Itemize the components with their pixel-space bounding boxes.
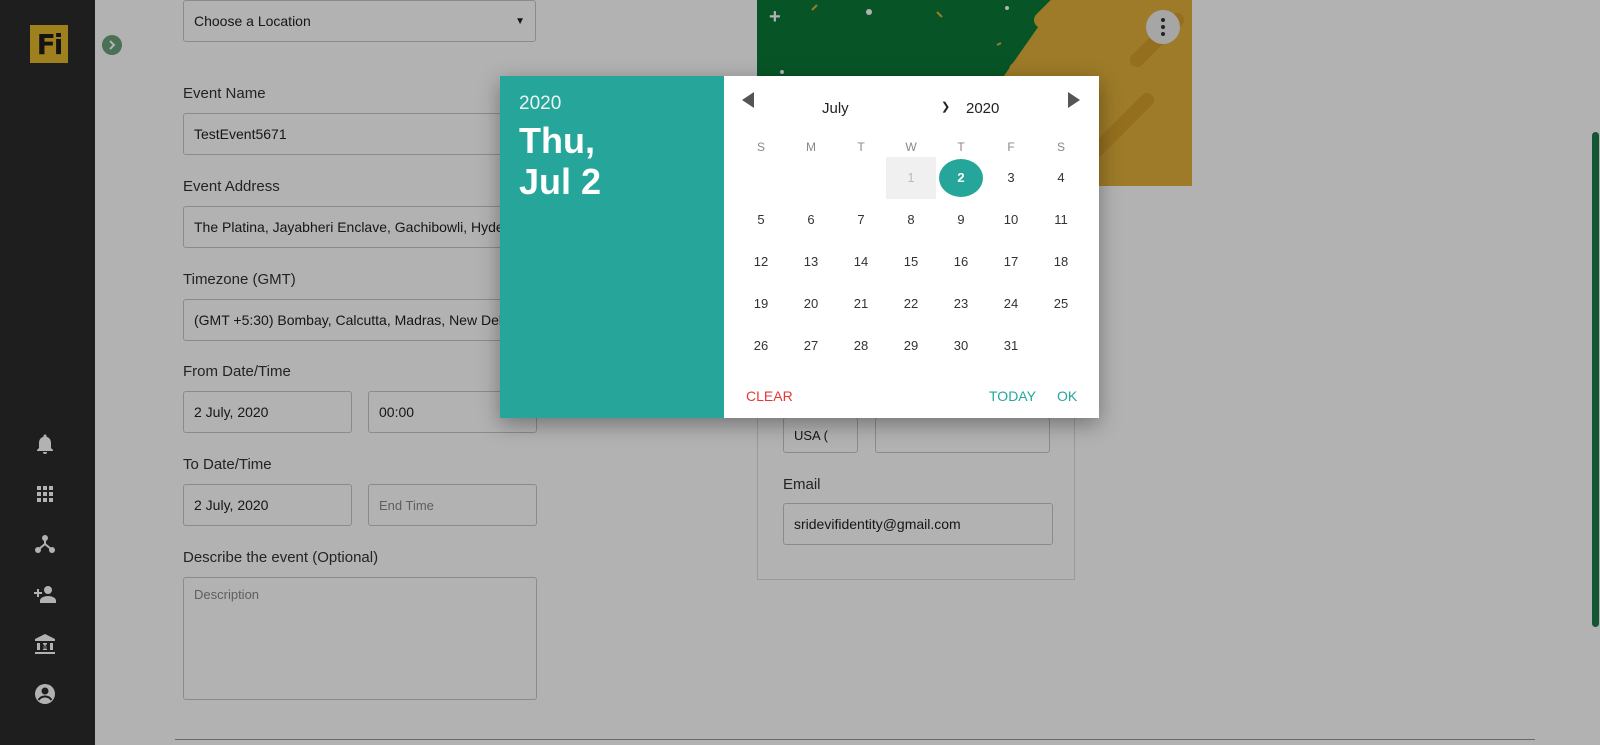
selected-year[interactable]: 2020 — [519, 93, 561, 115]
weekday-header: W — [905, 140, 917, 154]
calendar-day[interactable]: 16 — [936, 241, 986, 283]
calendar-day[interactable]: 17 — [986, 241, 1036, 283]
calendar-day[interactable]: 12 — [736, 241, 786, 283]
calendar-day[interactable]: 25 — [1036, 283, 1086, 325]
selected-month-day: Jul 2 — [519, 161, 602, 202]
calendar-day[interactable]: 31 — [986, 325, 1036, 367]
weekday-header: F — [1007, 140, 1015, 154]
calendar-day-selected[interactable]: 2 — [936, 157, 986, 199]
calendar-day[interactable]: 4 — [1036, 157, 1086, 199]
weekday-header: T — [957, 140, 965, 154]
datepicker-dialog: 2020 Thu, Jul 2 July ❯ 2020 SMTWTFS12345… — [500, 76, 1099, 418]
weekday-header: S — [756, 140, 765, 154]
calendar-day[interactable]: 29 — [886, 325, 936, 367]
next-month-icon[interactable] — [1068, 92, 1080, 108]
calendar-day[interactable]: 5 — [736, 199, 786, 241]
ok-button[interactable]: OK — [1057, 388, 1077, 404]
calendar-day[interactable]: 13 — [786, 241, 836, 283]
datepicker-calendar: July ❯ 2020 S M T W T F S 1 2 3 4 5 6 7 8 9 10 11 12 13 14 15… — [724, 76, 1099, 418]
calendar-day[interactable]: 30 — [936, 325, 986, 367]
year-select[interactable]: 2020 — [966, 100, 999, 117]
prev-month-icon[interactable] — [742, 92, 754, 108]
calendar-day[interactable]: 26 — [736, 325, 786, 367]
calendar-day[interactable]: 3 — [986, 157, 1036, 199]
weekday-header: S — [1056, 140, 1065, 154]
calendar-day[interactable]: 22 — [886, 283, 936, 325]
calendar-day[interactable]: 10 — [986, 199, 1036, 241]
weekday-header: M — [806, 140, 816, 154]
calendar-day[interactable]: 28 — [836, 325, 886, 367]
today-button[interactable]: TODAY — [989, 388, 1036, 404]
selected-weekday: Thu, — [519, 120, 595, 161]
calendar-day[interactable]: 6 — [786, 199, 836, 241]
clear-button[interactable]: CLEAR — [746, 388, 793, 404]
calendar-day[interactable]: 14 — [836, 241, 886, 283]
calendar-day: 1 — [886, 157, 936, 199]
calendar-day[interactable]: 15 — [886, 241, 936, 283]
calendar-day[interactable]: 9 — [936, 199, 986, 241]
weekday-header: T — [857, 140, 865, 154]
calendar-day[interactable]: 8 — [886, 199, 936, 241]
datepicker-header: 2020 Thu, Jul 2 — [500, 76, 724, 418]
month-select[interactable]: July — [822, 100, 849, 117]
calendar-day[interactable]: 18 — [1036, 241, 1086, 283]
calendar-day[interactable]: 23 — [936, 283, 986, 325]
calendar-day[interactable]: 19 — [736, 283, 786, 325]
chevron-down-icon: ❯ — [941, 101, 951, 113]
calendar-day[interactable]: 20 — [786, 283, 836, 325]
calendar-day[interactable]: 7 — [836, 199, 886, 241]
calendar-day[interactable]: 24 — [986, 283, 1036, 325]
calendar-day[interactable]: 27 — [786, 325, 836, 367]
calendar-day[interactable]: 11 — [1036, 199, 1086, 241]
calendar-day[interactable]: 21 — [836, 283, 886, 325]
selected-date: Thu, Jul 2 — [519, 120, 601, 202]
